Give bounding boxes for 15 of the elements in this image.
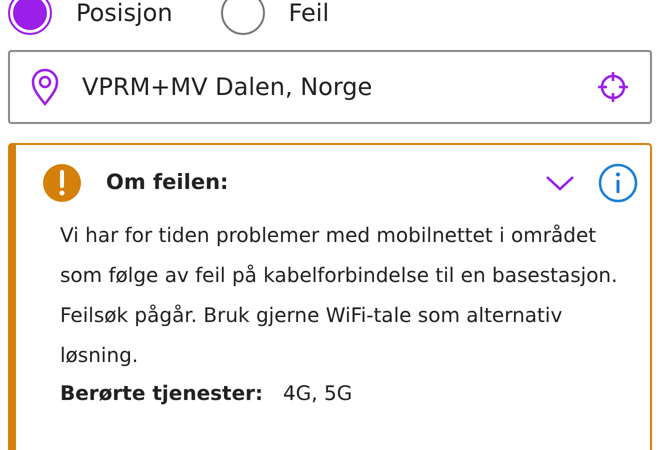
- radio-button[interactable]: [8, 0, 52, 35]
- detail-label: Berørte tjenester:: [60, 380, 264, 407]
- info-icon[interactable]: [598, 163, 638, 203]
- location-pin-icon: [30, 68, 60, 106]
- alert-title: Om feilen:: [106, 169, 230, 196]
- warning-icon: [42, 163, 82, 203]
- radio-label: Feil: [288, 0, 330, 29]
- radio-button[interactable]: [220, 0, 265, 35]
- chevron-icon[interactable]: [544, 173, 576, 193]
- location-field[interactable]: VPRM+MV Dalen, Norge: [8, 50, 652, 124]
- detail-value: 4G, 5G: [283, 380, 352, 407]
- crosshair-icon[interactable]: [596, 70, 630, 104]
- alert-message: Vi har for tiden problemer med mobilnettet i området som følge av feil på kabelforbindelse til en basestasjon. Feilsøk pågår. Bruk gjerne WiFi-tale som alternativ løsning.: [60, 222, 618, 369]
- location-text: VPRM+MV Dalen, Norge: [82, 72, 374, 103]
- radio-label: Posisjon: [76, 0, 173, 29]
